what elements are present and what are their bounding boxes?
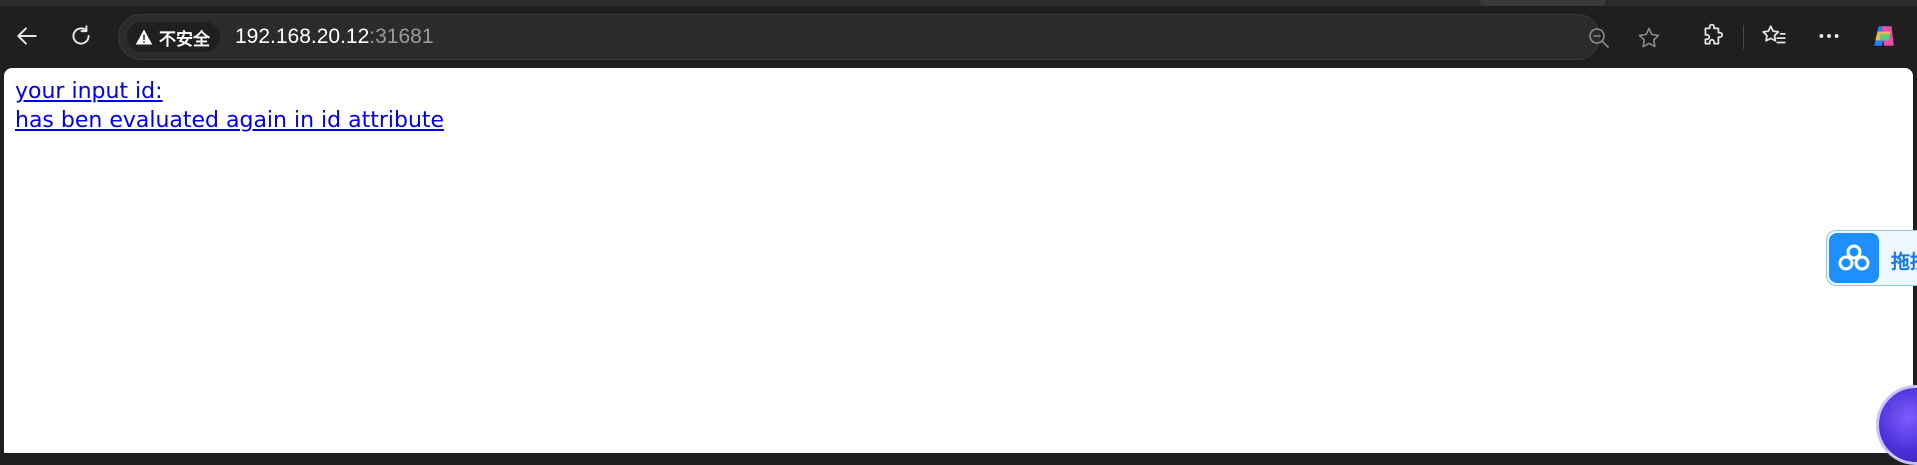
security-indicator[interactable]: 不安全: [127, 22, 220, 52]
zoom-out-icon: [1589, 28, 1609, 48]
copilot-button[interactable]: [1865, 17, 1903, 55]
active-tab-edge[interactable]: [1480, 0, 1605, 6]
back-button[interactable]: [8, 17, 46, 55]
refresh-icon: [72, 25, 90, 45]
back-arrow-icon: [17, 27, 37, 45]
refresh-button[interactable]: [62, 17, 100, 55]
star-icon: [1638, 27, 1660, 48]
favorite-button[interactable]: [1635, 24, 1663, 52]
url-host: 192.168.20.12: [235, 25, 370, 48]
tab-strip: [0, 0, 1917, 6]
browser-toolbar: 不安全 192.168.20.12:31681: [0, 0, 1917, 66]
puzzle-icon: [1704, 23, 1724, 45]
zoom-button[interactable]: [1585, 24, 1613, 52]
widget-label: 拖拽: [1891, 251, 1917, 273]
favorites-list-icon: [1762, 25, 1786, 44]
toolbar-divider: [1743, 25, 1744, 49]
input-id-link[interactable]: your input id:: [15, 77, 1913, 106]
copilot-icon: [1874, 26, 1894, 46]
security-label: 不安全: [159, 29, 210, 50]
address-bar[interactable]: 不安全 192.168.20.12:31681: [118, 14, 1660, 60]
warning-triangle-icon: [135, 29, 153, 45]
url-port: :31681: [369, 25, 434, 48]
favorites-button[interactable]: [1755, 17, 1793, 55]
evaluated-link[interactable]: has ben evaluated again in id attribute: [15, 106, 1913, 135]
baidu-netdisk-widget[interactable]: 拖拽: [1826, 230, 1917, 286]
ellipsis-icon: [1819, 34, 1839, 38]
page-content: your input id: has ben evaluated again i…: [4, 68, 1913, 453]
more-button[interactable]: [1810, 17, 1848, 55]
extensions-button[interactable]: [1694, 17, 1732, 55]
baidu-cloud-icon: [1829, 233, 1879, 283]
url-text[interactable]: 192.168.20.12:31681: [235, 25, 434, 49]
